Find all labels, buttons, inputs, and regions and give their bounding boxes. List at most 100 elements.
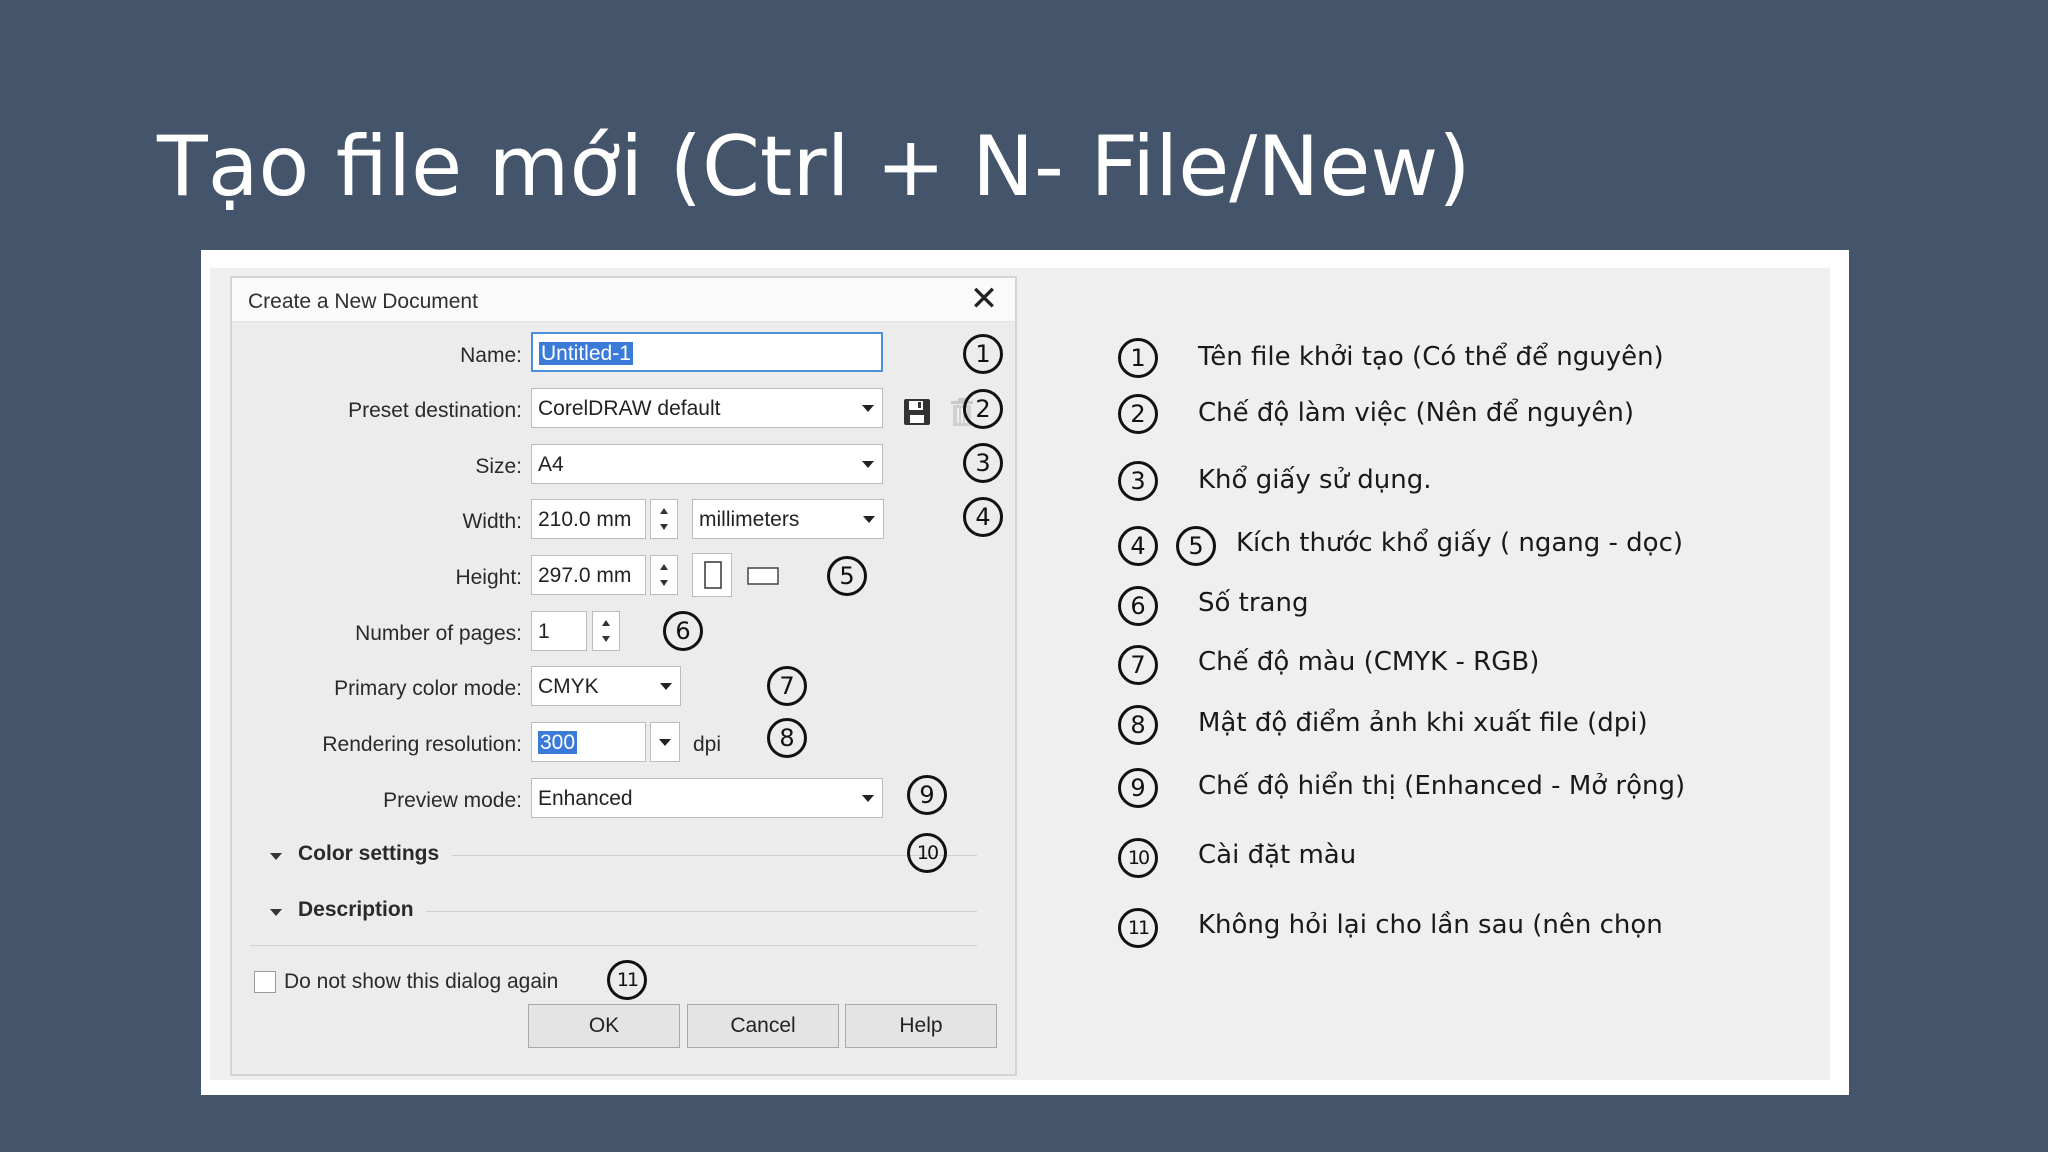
portrait-icon — [704, 561, 722, 589]
color-mode-value: CMYK — [538, 675, 599, 698]
legend-marker-9: 9 — [1118, 768, 1158, 808]
marker-5: 5 — [827, 556, 867, 596]
cancel-button[interactable]: Cancel — [687, 1004, 839, 1048]
close-icon[interactable]: ✕ — [967, 282, 1001, 316]
legend-item-8: Mật độ điểm ảnh khi xuất file (dpi) — [1198, 708, 1648, 738]
height-spinner[interactable] — [650, 555, 678, 595]
dialog-title: Create a New Document — [248, 290, 478, 313]
create-new-document-dialog: Create a New Document ✕ Name: Untitled-1… — [230, 276, 1017, 1076]
preview-mode-value: Enhanced — [538, 787, 633, 810]
marker-4: 4 — [963, 497, 1003, 537]
legend-marker-1: 1 — [1118, 338, 1158, 378]
color-mode-label: Primary color mode: — [334, 677, 522, 700]
preview-mode-select[interactable]: Enhanced — [531, 778, 883, 818]
height-value: 297.0 mm — [538, 564, 632, 587]
legend-marker-3: 3 — [1118, 461, 1158, 501]
spin-down-icon[interactable] — [602, 636, 610, 642]
legend-marker-6: 6 — [1118, 586, 1158, 626]
spin-up-icon[interactable] — [602, 620, 610, 626]
dialog-titlebar: Create a New Document ✕ — [232, 278, 1015, 322]
legend-marker-7: 7 — [1118, 645, 1158, 685]
width-spinner[interactable] — [650, 499, 678, 539]
spin-down-icon[interactable] — [660, 580, 668, 586]
spin-up-icon[interactable] — [660, 564, 668, 570]
screenshot-panel: Create a New Document ✕ Name: Untitled-1… — [201, 250, 1849, 1095]
resolution-dropdown[interactable] — [650, 722, 680, 762]
legend-marker-2: 2 — [1118, 394, 1158, 434]
section-divider — [426, 911, 977, 912]
resolution-input[interactable]: 300 — [531, 722, 646, 762]
legend-marker-8: 8 — [1118, 705, 1158, 745]
dont-show-again-checkbox[interactable] — [254, 971, 276, 993]
landscape-orientation-button[interactable] — [743, 555, 783, 595]
chevron-down-icon — [862, 461, 874, 468]
units-value: millimeters — [699, 508, 800, 531]
screenshot-panel-inner: Create a New Document ✕ Name: Untitled-1… — [210, 268, 1830, 1080]
marker-3: 3 — [963, 443, 1003, 483]
resolution-label: Rendering resolution: — [322, 733, 522, 756]
ok-button[interactable]: OK — [528, 1004, 680, 1048]
marker-2: 2 — [963, 389, 1003, 429]
resolution-value: 300 — [538, 731, 578, 754]
legend-item-1: Tên file khởi tạo (Có thể để nguyên) — [1198, 342, 1664, 372]
legend-marker-5: 5 — [1176, 526, 1216, 566]
expand-triangle-icon[interactable] — [270, 853, 282, 860]
marker-1: 1 — [963, 334, 1003, 374]
preview-mode-label: Preview mode: — [383, 789, 522, 812]
pages-value: 1 — [538, 620, 550, 643]
legend-item-11: Không hỏi lại cho lần sau (nên chọn — [1198, 910, 1663, 940]
legend-marker-10: 10 — [1118, 838, 1158, 878]
size-select[interactable]: A4 — [531, 444, 883, 484]
width-label: Width: — [462, 510, 522, 533]
description-section[interactable]: Description — [298, 898, 414, 922]
legend-item-2: Chế độ làm việc (Nên để nguyên) — [1198, 398, 1635, 428]
width-input[interactable]: 210.0 mm — [531, 499, 646, 539]
marker-9: 9 — [907, 775, 947, 815]
legend-marker-11: 11 — [1118, 908, 1158, 948]
marker-7: 7 — [767, 666, 807, 706]
height-input[interactable]: 297.0 mm — [531, 555, 646, 595]
color-settings-section[interactable]: Color settings — [298, 842, 439, 866]
legend-marker-4: 4 — [1118, 526, 1158, 566]
name-input-value: Untitled-1 — [539, 342, 633, 365]
width-value: 210.0 mm — [538, 508, 632, 531]
legend-item-6: Số trang — [1198, 588, 1309, 618]
landscape-icon — [747, 567, 779, 585]
chevron-down-icon — [863, 516, 875, 523]
legend-item-7: Chế độ màu (CMYK - RGB) — [1198, 647, 1540, 677]
help-button[interactable]: Help — [845, 1004, 997, 1048]
slide-title: Tạo file mới (Ctrl + N- File/New) — [157, 118, 1471, 215]
color-mode-select[interactable]: CMYK — [531, 666, 681, 706]
pages-spinner[interactable] — [592, 611, 620, 651]
pages-label: Number of pages: — [355, 622, 522, 645]
marker-6: 6 — [663, 611, 703, 651]
chevron-down-icon — [862, 405, 874, 412]
pages-input[interactable]: 1 — [531, 611, 587, 651]
dont-show-again-label: Do not show this dialog again — [284, 970, 559, 993]
spin-up-icon[interactable] — [660, 508, 668, 514]
expand-triangle-icon[interactable] — [270, 909, 282, 916]
units-select[interactable]: millimeters — [692, 499, 884, 539]
legend-item-9: Chế độ hiển thị (Enhanced - Mở rộng) — [1198, 771, 1686, 801]
marker-8: 8 — [767, 718, 807, 758]
marker-11: 11 — [607, 960, 647, 1000]
name-label: Name: — [460, 344, 522, 367]
chevron-down-icon — [660, 683, 672, 690]
footer-divider — [250, 945, 977, 946]
name-input[interactable]: Untitled-1 — [531, 332, 883, 372]
chevron-down-icon — [659, 739, 671, 746]
preset-destination-select[interactable]: CorelDRAW default — [531, 388, 883, 428]
spin-down-icon[interactable] — [660, 524, 668, 530]
preset-destination-label: Preset destination: — [348, 399, 522, 422]
preset-destination-value: CorelDRAW default — [538, 397, 721, 420]
legend-item-10: Cài đặt màu — [1198, 840, 1357, 870]
save-preset-icon[interactable] — [901, 396, 933, 428]
size-label: Size: — [475, 455, 522, 478]
marker-10: 10 — [907, 833, 947, 873]
height-label: Height: — [455, 566, 522, 589]
chevron-down-icon — [862, 795, 874, 802]
portrait-orientation-button[interactable] — [692, 553, 732, 597]
size-value: A4 — [538, 453, 564, 476]
legend-item-3: Khổ giấy sử dụng. — [1198, 465, 1432, 495]
legend-item-4-5: Kích thước khổ giấy ( ngang - dọc) — [1236, 528, 1684, 558]
